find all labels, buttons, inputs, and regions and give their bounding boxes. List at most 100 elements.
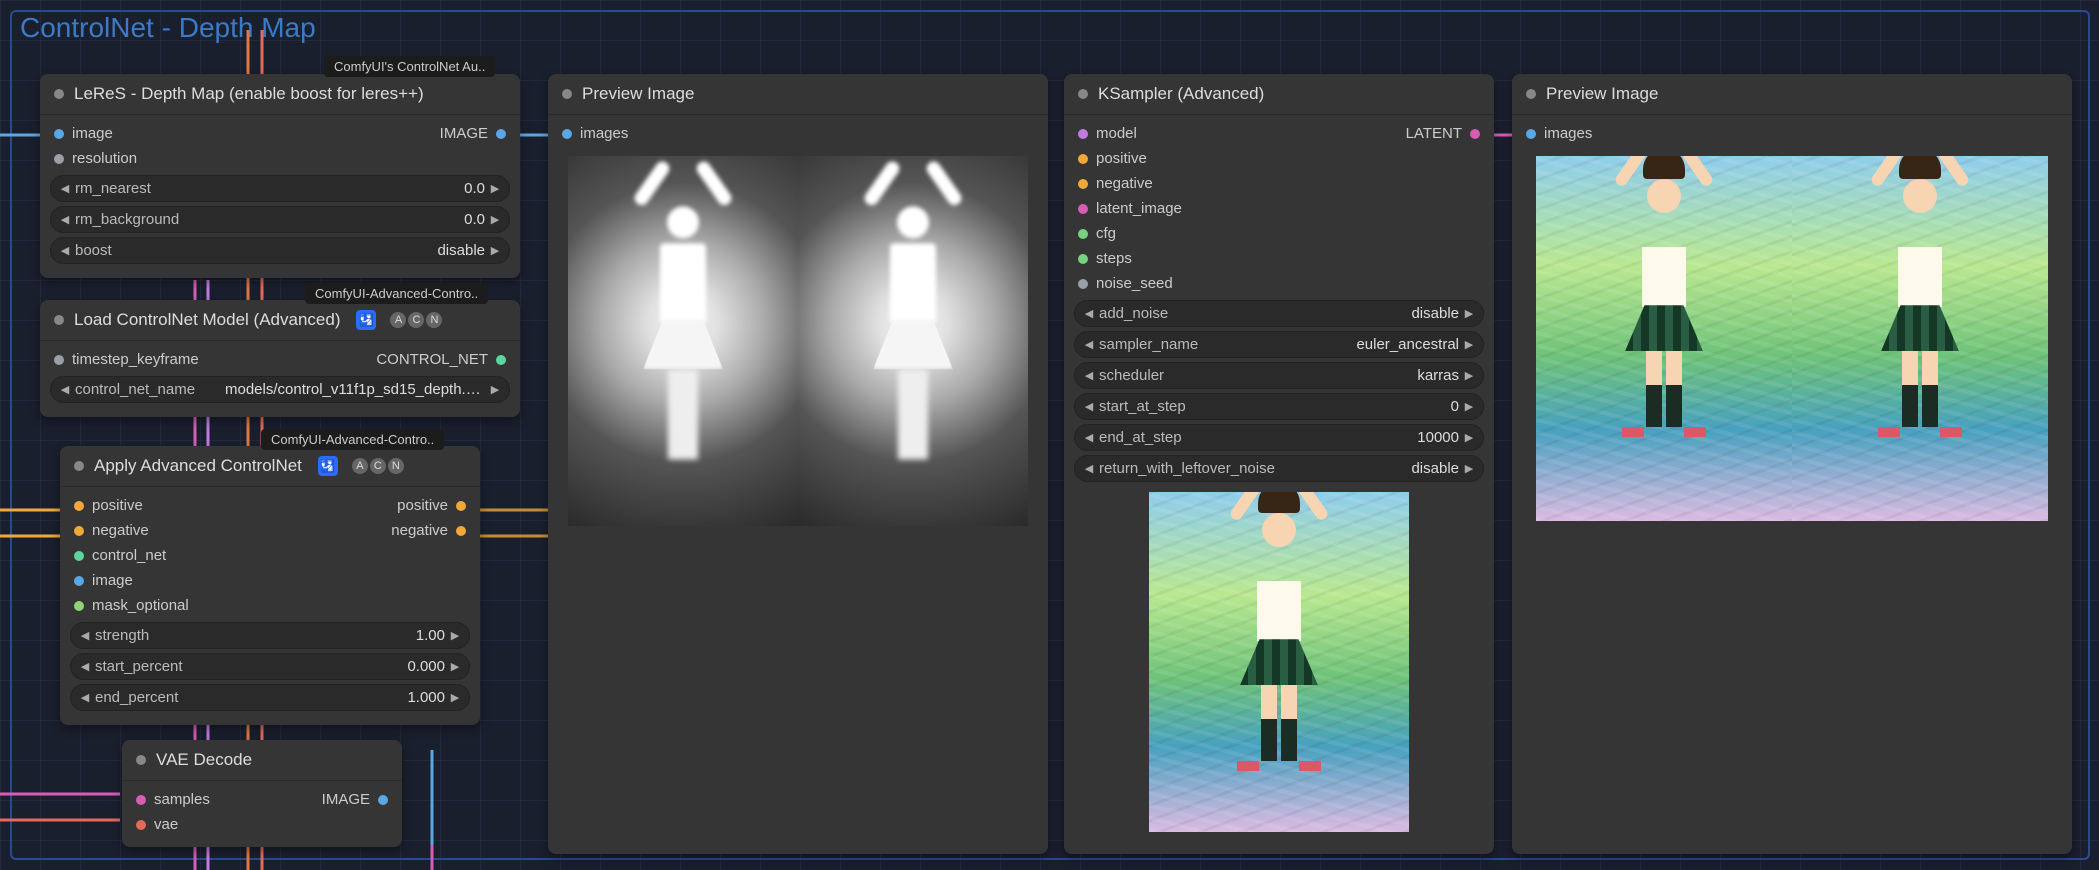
- output-port-negative[interactable]: [456, 526, 466, 536]
- arrow-left-icon[interactable]: ◀: [59, 383, 71, 396]
- input-port-positive[interactable]: [74, 501, 84, 511]
- input-port-timestep[interactable]: [54, 355, 64, 365]
- node-load-controlnet[interactable]: Load ControlNet Model (Advanced) 🛂 A C N…: [40, 300, 520, 417]
- arrow-right-icon[interactable]: ▶: [489, 383, 501, 396]
- collapse-dot[interactable]: [562, 89, 572, 99]
- node-header[interactable]: Preview Image: [548, 74, 1048, 115]
- node-body: model LATENT positive negative latent_im…: [1064, 115, 1494, 852]
- ksampler-preview-image[interactable]: [1149, 492, 1409, 832]
- node-header[interactable]: Load ControlNet Model (Advanced) 🛂 A C N: [40, 300, 520, 341]
- output-label: LATENT: [1406, 125, 1462, 142]
- output-label: IMAGE: [440, 125, 488, 142]
- widget-end-at-step[interactable]: ◀end_at_step10000▶: [1074, 424, 1484, 451]
- group-title[interactable]: ControlNet - Depth Map: [20, 12, 316, 44]
- widget-sampler-name[interactable]: ◀sampler_nameeuler_ancestral▶: [1074, 331, 1484, 358]
- arrow-right-icon[interactable]: ▶: [1463, 369, 1475, 382]
- widget-start-at-step[interactable]: ◀start_at_step0▶: [1074, 393, 1484, 420]
- input-port-negative[interactable]: [1078, 179, 1088, 189]
- input-port-vae[interactable]: [136, 820, 146, 830]
- collapse-dot[interactable]: [74, 461, 84, 471]
- node-header[interactable]: Preview Image: [1512, 74, 2072, 115]
- output-port-latent[interactable]: [1470, 129, 1480, 139]
- widget-label: return_with_leftover_noise: [1099, 460, 1275, 477]
- collapse-dot[interactable]: [1078, 89, 1088, 99]
- node-body: image IMAGE resolution ◀ rm_nearest 0.0 …: [40, 115, 520, 278]
- arrow-right-icon[interactable]: ▶: [489, 244, 501, 257]
- input-port-latent[interactable]: [1078, 204, 1088, 214]
- arrow-right-icon[interactable]: ▶: [1463, 307, 1475, 320]
- output-port-positive[interactable]: [456, 501, 466, 511]
- arrow-right-icon[interactable]: ▶: [449, 691, 461, 704]
- input-port-model[interactable]: [1078, 129, 1088, 139]
- input-port-positive[interactable]: [1078, 154, 1088, 164]
- node-header[interactable]: KSampler (Advanced): [1064, 74, 1494, 115]
- arrow-left-icon[interactable]: ◀: [59, 213, 71, 226]
- input-label: noise_seed: [1096, 275, 1173, 292]
- input-port-samples[interactable]: [136, 795, 146, 805]
- input-port-noise-seed[interactable]: [1078, 279, 1088, 289]
- node-preview-image-depth[interactable]: Preview Image images: [548, 74, 1048, 854]
- arrow-right-icon[interactable]: ▶: [1463, 431, 1475, 444]
- input-label: model: [1096, 125, 1137, 142]
- node-preview-image-result[interactable]: Preview Image images: [1512, 74, 2072, 854]
- arrow-left-icon[interactable]: ◀: [1083, 338, 1095, 351]
- widget-return-noise[interactable]: ◀return_with_leftover_noisedisable▶: [1074, 455, 1484, 482]
- widget-add-noise[interactable]: ◀add_noisedisable▶: [1074, 300, 1484, 327]
- node-ksampler-advanced[interactable]: KSampler (Advanced) model LATENT positiv…: [1064, 74, 1494, 854]
- arrow-left-icon[interactable]: ◀: [59, 182, 71, 195]
- node-leres-depth[interactable]: LeReS - Depth Map (enable boost for lere…: [40, 74, 520, 278]
- arrow-right-icon[interactable]: ▶: [489, 213, 501, 226]
- widget-scheduler[interactable]: ◀schedulerkarras▶: [1074, 362, 1484, 389]
- arrow-right-icon[interactable]: ▶: [449, 660, 461, 673]
- widget-label: rm_background: [75, 211, 179, 228]
- arrow-right-icon[interactable]: ▶: [1463, 338, 1475, 351]
- node-apply-controlnet[interactable]: Apply Advanced ControlNet 🛂 A C N positi…: [60, 446, 480, 725]
- collapse-dot[interactable]: [1526, 89, 1536, 99]
- arrow-left-icon[interactable]: ◀: [79, 660, 91, 673]
- arrow-right-icon[interactable]: ▶: [449, 629, 461, 642]
- arrow-right-icon[interactable]: ▶: [1463, 400, 1475, 413]
- arrow-right-icon[interactable]: ▶: [1463, 462, 1475, 475]
- arrow-left-icon[interactable]: ◀: [1083, 400, 1095, 413]
- collapse-dot[interactable]: [54, 89, 64, 99]
- arrow-left-icon[interactable]: ◀: [59, 244, 71, 257]
- widget-value: 0.0: [464, 180, 485, 197]
- output-port-image[interactable]: [378, 795, 388, 805]
- output-port-controlnet[interactable]: [496, 355, 506, 365]
- input-port-controlnet[interactable]: [74, 551, 84, 561]
- mini-badges: A C N: [352, 458, 404, 474]
- widget-control-net-name[interactable]: ◀ control_net_name models/control_v11f1p…: [50, 376, 510, 403]
- preview-result-image[interactable]: [1536, 156, 2048, 521]
- arrow-left-icon[interactable]: ◀: [1083, 431, 1095, 444]
- arrow-left-icon[interactable]: ◀: [1083, 462, 1095, 475]
- node-header[interactable]: LeReS - Depth Map (enable boost for lere…: [40, 74, 520, 115]
- input-port-image[interactable]: [54, 129, 64, 139]
- widget-rm-background[interactable]: ◀ rm_background 0.0 ▶: [50, 206, 510, 233]
- collapse-dot[interactable]: [136, 755, 146, 765]
- arrow-left-icon[interactable]: ◀: [1083, 369, 1095, 382]
- collapse-dot[interactable]: [54, 315, 64, 325]
- input-port-steps[interactable]: [1078, 254, 1088, 264]
- input-port-negative[interactable]: [74, 526, 84, 536]
- arrow-left-icon[interactable]: ◀: [1083, 307, 1095, 320]
- widget-strength[interactable]: ◀ strength 1.00 ▶: [70, 622, 470, 649]
- input-port-resolution[interactable]: [54, 154, 64, 164]
- node-header[interactable]: Apply Advanced ControlNet 🛂 A C N: [60, 446, 480, 487]
- input-port-images[interactable]: [1526, 129, 1536, 139]
- node-vae-decode[interactable]: VAE Decode samples IMAGE vae: [122, 740, 402, 847]
- input-port-image[interactable]: [74, 576, 84, 586]
- input-label: samples: [154, 791, 210, 808]
- arrow-left-icon[interactable]: ◀: [79, 629, 91, 642]
- node-header[interactable]: VAE Decode: [122, 740, 402, 781]
- preview-depth-image[interactable]: [568, 156, 1028, 526]
- output-port-image[interactable]: [496, 129, 506, 139]
- widget-start-percent[interactable]: ◀ start_percent 0.000 ▶: [70, 653, 470, 680]
- input-port-cfg[interactable]: [1078, 229, 1088, 239]
- widget-boost[interactable]: ◀ boost disable ▶: [50, 237, 510, 264]
- input-port-mask[interactable]: [74, 601, 84, 611]
- widget-end-percent[interactable]: ◀ end_percent 1.000 ▶: [70, 684, 470, 711]
- input-port-images[interactable]: [562, 129, 572, 139]
- widget-rm-nearest[interactable]: ◀ rm_nearest 0.0 ▶: [50, 175, 510, 202]
- arrow-left-icon[interactable]: ◀: [79, 691, 91, 704]
- arrow-right-icon[interactable]: ▶: [489, 182, 501, 195]
